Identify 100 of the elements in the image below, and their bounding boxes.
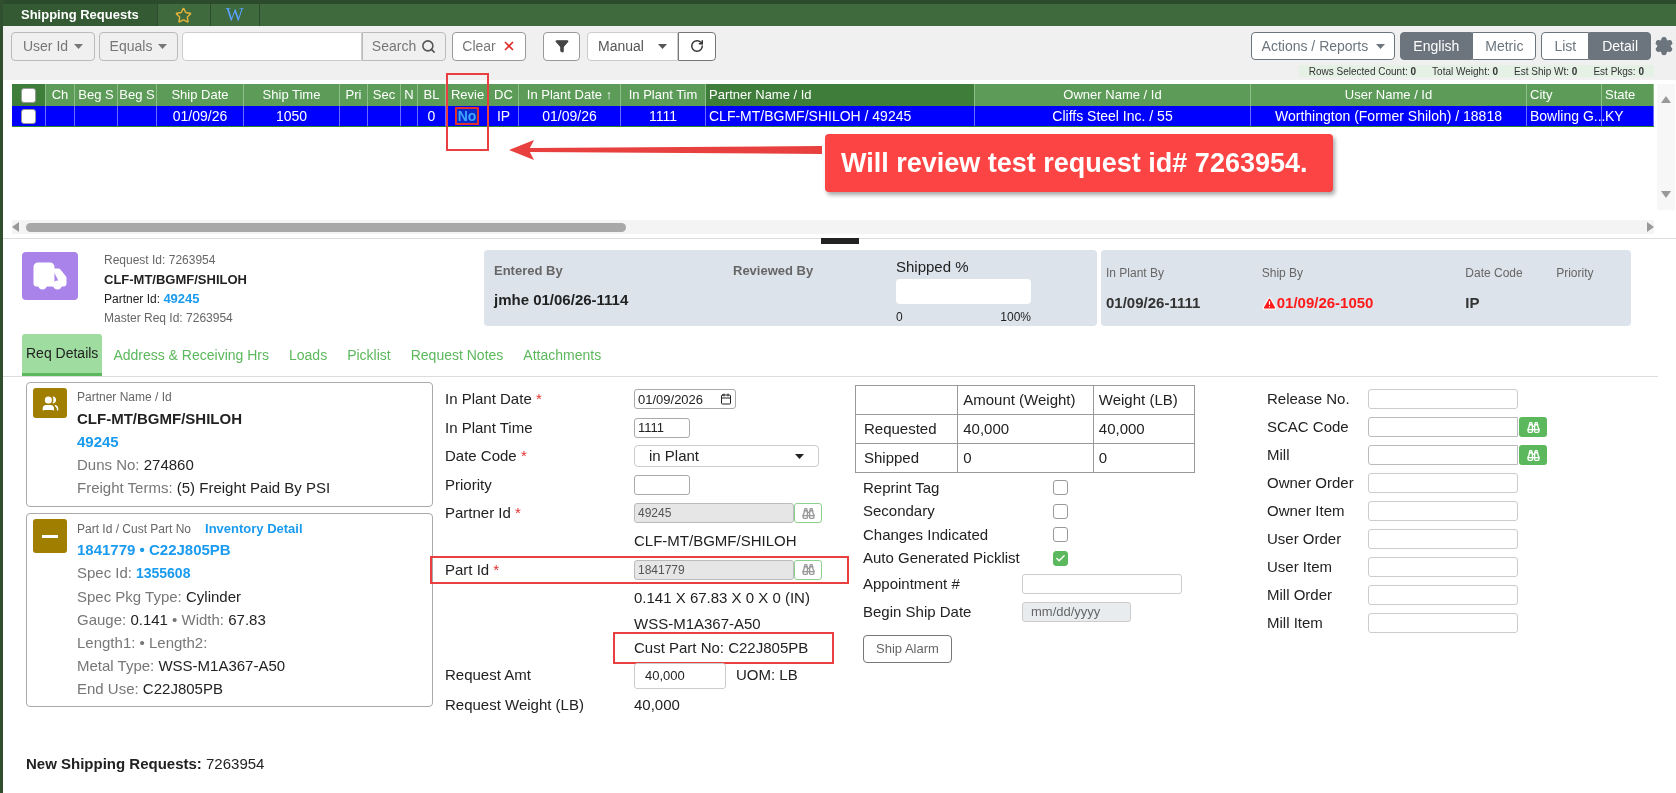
column-header[interactable]: Partner Name / Id [706, 84, 975, 106]
select-field[interactable]: in Plant [634, 445, 819, 468]
part-heading[interactable]: 1841779 • C22J805PB [77, 538, 303, 561]
detail-tab[interactable]: Req Details [22, 334, 103, 376]
amount-field[interactable]: 40,000 [634, 662, 726, 689]
horizontal-scrollbar[interactable] [12, 220, 1654, 234]
lookup-button[interactable] [1519, 417, 1547, 437]
checkbox[interactable] [1053, 527, 1068, 543]
input-field[interactable]: 1111 [634, 417, 690, 438]
app-tab[interactable]: Shipping Requests [3, 4, 158, 26]
schedule-value: 01/09/26-1050 [1261, 292, 1466, 315]
lookup-button[interactable] [794, 503, 822, 524]
flag-label: Auto Generated Picklist [863, 548, 1021, 568]
schedule-value: IP [1465, 293, 1481, 313]
check-icon [1055, 552, 1066, 564]
mode-dropdown[interactable]: Manual [587, 31, 678, 61]
entered-by-value: jmhe 01/06/26-1114 [494, 289, 630, 310]
input-field[interactable] [1368, 501, 1518, 521]
checkbox[interactable] [1053, 550, 1068, 566]
schedule-label: Ship By [1261, 265, 1305, 282]
toggle-button[interactable]: List [1541, 32, 1590, 60]
toggle-button[interactable]: Metric [1472, 32, 1537, 60]
input-field[interactable] [1368, 445, 1518, 465]
lookup-field[interactable]: 49245 [634, 503, 794, 524]
clear-button[interactable]: Clear [452, 31, 526, 61]
detail-line: Length1: • Length2: [77, 632, 209, 653]
minus-icon [42, 534, 58, 538]
table-cell-text: Worthington (Former Shiloh) / 18818 [1275, 106, 1502, 126]
ship-alarm-button[interactable]: Ship Alarm [863, 635, 952, 663]
refresh-icon [690, 39, 704, 53]
flag-label: Secondary [863, 501, 936, 521]
binoculars-icon [801, 506, 815, 520]
binoculars-icon [1526, 420, 1540, 434]
table-cell-text: 01/09/26 [172, 106, 228, 126]
input-field[interactable] [1368, 557, 1518, 577]
input-field[interactable] [634, 474, 690, 495]
splitter-handle[interactable] [820, 238, 859, 244]
partner-id-link[interactable]: 49245 [77, 431, 331, 453]
lookup-button[interactable] [794, 559, 822, 580]
scale-max: 100% [1000, 308, 1031, 326]
input-field[interactable] [1368, 473, 1518, 493]
lookup-field[interactable]: 1841779 [634, 559, 794, 580]
unit-label: UOM: LB [736, 665, 798, 686]
caret-icon [158, 43, 168, 49]
field-label: Request Weight (LB) [445, 695, 585, 715]
input-field[interactable] [1368, 613, 1518, 633]
partner-name: CLF-MT/BGMF/SHILOH [77, 409, 243, 429]
checkbox[interactable] [21, 87, 36, 103]
flag-label: Changes Indicated [863, 524, 990, 545]
request-name: CLF-MT/BGMF/SHILOH [104, 271, 248, 289]
star-icon [175, 6, 193, 24]
field-label: Date Code * [445, 446, 528, 466]
settings-icon[interactable] [1654, 36, 1674, 56]
table-cell-text: 01/09/26 [542, 106, 597, 126]
shipped-label: Shipped % [896, 257, 970, 277]
caret-icon [74, 43, 84, 49]
people-icon [41, 394, 59, 412]
vertical-scrollbar[interactable] [1657, 84, 1675, 210]
scroll-left-icon[interactable] [12, 222, 20, 232]
detail-tab[interactable]: Attachments [519, 334, 606, 376]
lookup-button[interactable] [1519, 445, 1547, 465]
checkbox[interactable] [1053, 503, 1068, 519]
operator-dropdown[interactable]: Equals [99, 31, 178, 61]
detail-tab[interactable]: Loads [285, 334, 332, 376]
search-field[interactable] [182, 31, 362, 61]
input-field[interactable] [1368, 417, 1518, 437]
scroll-down-icon[interactable] [1661, 191, 1671, 198]
schedule-label: Date Code [1465, 265, 1524, 282]
filter-button[interactable] [543, 31, 580, 61]
detail-tab[interactable]: Picklist [343, 334, 395, 376]
part-note: WSS-M1A367-A50 [634, 614, 761, 632]
table-header: Weight (LB) [1093, 385, 1195, 415]
table-row[interactable]: 01/09/26 1050 0 No IP 01/09/26 1111 CLF-MT/BGMF/SHILOH / 49245 Cliffs Steel Inc. / 55 Worthington (Former Shiloh) / 18818 Bowling G...KY [12, 106, 1654, 127]
checkbox[interactable] [21, 108, 36, 124]
toggle-button[interactable]: English [1400, 32, 1473, 60]
input-field[interactable] [1022, 574, 1182, 594]
input-field[interactable] [1368, 529, 1518, 549]
search-button[interactable]: Search [362, 31, 446, 61]
schedule-value: 01/09/26-1111 [1106, 293, 1202, 313]
warning-icon [1261, 295, 1277, 311]
date-field[interactable]: 01/09/2026 [634, 389, 736, 410]
input-field[interactable] [1368, 389, 1518, 409]
total-stat: Rows Selected Count: 0 [1308, 64, 1417, 79]
schedule-label: In Plant By [1106, 265, 1166, 282]
field-dropdown[interactable]: User Id [11, 31, 95, 61]
table-cell-text: IP [496, 106, 511, 126]
caret-icon [657, 43, 667, 49]
input-field[interactable] [1368, 585, 1518, 605]
detail-line: Duns No: 274860 [77, 455, 195, 475]
scroll-up-icon[interactable] [1661, 96, 1671, 103]
scroll-right-icon[interactable] [1646, 222, 1654, 232]
detail-tab[interactable]: Request Notes [406, 334, 508, 376]
detail-tab[interactable]: Address & Receiving Hrs [109, 334, 273, 376]
checkbox[interactable] [1053, 480, 1068, 496]
refresh-button[interactable] [678, 31, 716, 61]
actions-dropdown[interactable]: Actions / Reports [1251, 32, 1396, 60]
inventory-detail-link[interactable]: Inventory Detail [205, 519, 303, 539]
toggle-button[interactable]: Detail [1589, 32, 1651, 60]
total-stat: Est Pkgs: 0 [1593, 64, 1644, 79]
reviewed-by-label: Reviewed By [733, 262, 815, 280]
